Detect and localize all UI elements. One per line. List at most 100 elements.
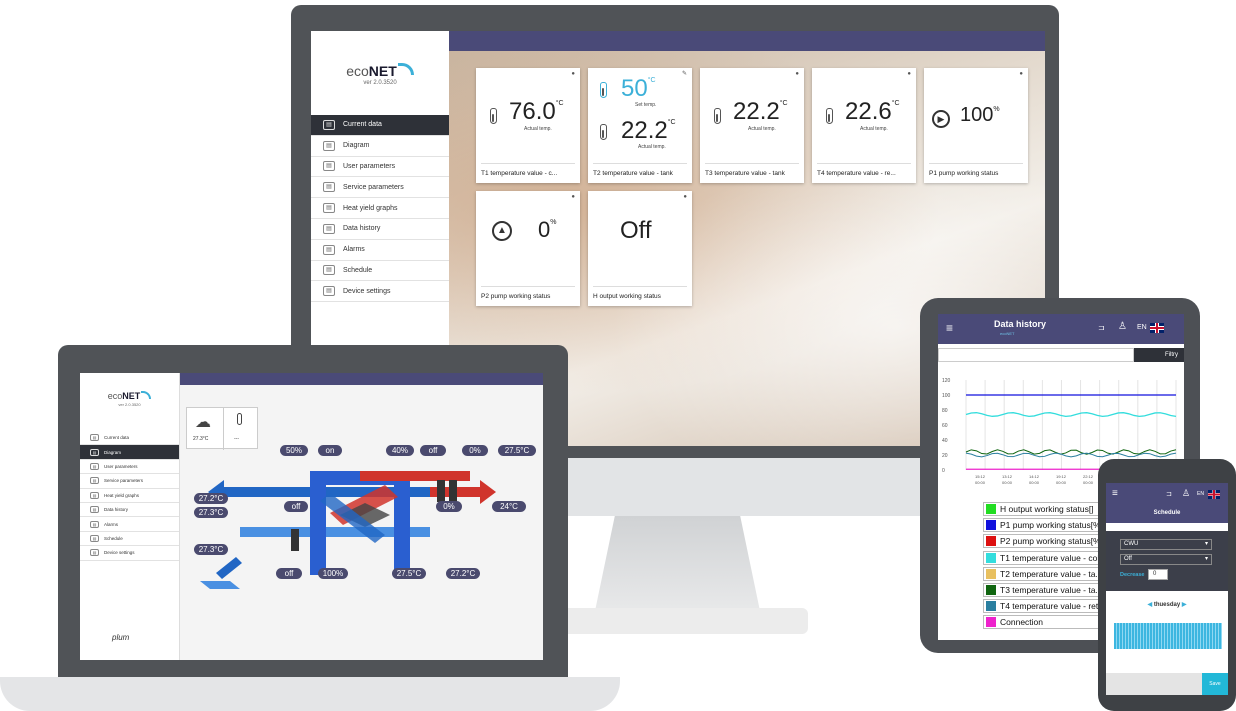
pump-icon: ▲: [492, 221, 512, 241]
sidebar-item-service-parameters[interactable]: ▤ Service parameters: [311, 177, 449, 199]
sidebar-item-data-history[interactable]: ▤ Data history: [80, 503, 179, 518]
sidebar-item-label: Diagram: [343, 142, 370, 150]
legend-swatch: [986, 568, 996, 579]
sidebar-item-label: Schedule: [104, 535, 123, 541]
sidebar-item-device-settings[interactable]: ▤ Device settings: [311, 281, 449, 303]
tile-p1[interactable]: ● ▶ 100% P1 pump working status: [924, 68, 1028, 183]
series-line: [965, 452, 1177, 458]
menu-icon: ▤: [90, 434, 99, 442]
sidebar-item-device-settings[interactable]: ▤ Device settings: [80, 546, 179, 561]
y-tick-label: 80: [942, 408, 948, 414]
menu-icon: ▤: [90, 520, 99, 528]
sidebar-item-label: Data history: [343, 225, 381, 233]
pump-icon: ▶: [932, 110, 950, 128]
filter-input[interactable]: [938, 348, 1134, 362]
y-tick-label: 120: [942, 378, 951, 384]
eye-icon[interactable]: ●: [907, 71, 911, 77]
alarm-icon: ▤: [323, 244, 335, 255]
mode-select[interactable]: CWU ▾: [1120, 539, 1212, 550]
menu-icon: ▤: [90, 448, 99, 456]
menu-icon: ▤: [90, 549, 99, 557]
phone-screen: ≡ ⊐ ♙ EN Schedule CWU ▾ Off ▾ Decrease 0 ◀…: [1106, 483, 1228, 695]
sidebar-item-diagram[interactable]: ▤ Diagram: [311, 136, 449, 157]
chevron-down-icon: ▾: [1204, 541, 1208, 547]
settings-icon: ▤: [323, 286, 335, 297]
language-label[interactable]: EN: [1137, 324, 1147, 331]
sidebar-item-label: Service parameters: [104, 478, 144, 484]
save-button[interactable]: Save: [1202, 673, 1228, 695]
language-label[interactable]: EN: [1197, 491, 1204, 497]
sidebar-item-label: Heat yield graphs: [343, 204, 398, 212]
filter-button[interactable]: Filtry: [1134, 348, 1184, 362]
sidebar-item-label: Service parameters: [343, 183, 404, 191]
eye-icon[interactable]: ●: [795, 71, 799, 77]
laptop-base: [0, 677, 620, 711]
sidebar-item-user-parameters[interactable]: ▤ User parameters: [311, 157, 449, 178]
sidebar-item-alarms[interactable]: ▤ Alarms: [311, 240, 449, 261]
user-icon[interactable]: ♙: [1182, 488, 1190, 499]
eye-icon[interactable]: ●: [1019, 71, 1023, 77]
tile-t2[interactable]: ✎ 50°C Set temp. 22.2°C Actual temp. T2 …: [588, 68, 692, 183]
sidebar-item-label: Diagram: [104, 449, 122, 455]
menu-icon: ▤: [90, 491, 99, 499]
econet-logo: ecoNET ver 2.0.3520: [311, 63, 449, 86]
schedule-timeline[interactable]: [1114, 623, 1222, 649]
x-tick-label: 00:00: [1029, 480, 1040, 485]
ventilation-diagram: [200, 471, 496, 589]
sidebar-item-label: Data history: [104, 507, 129, 513]
wifi-icon: [141, 391, 152, 399]
logout-icon[interactable]: ⊐: [1098, 323, 1105, 332]
user-parameters-icon: ▤: [323, 161, 335, 172]
x-tick-label: 00:00: [1002, 480, 1013, 485]
tile-t1[interactable]: ● 76.0°C Actual temp. T1 temperature val…: [476, 68, 580, 183]
state-select[interactable]: Off ▾: [1120, 554, 1212, 565]
sidebar-item-heat-yield-graphs[interactable]: ▤ Heat yield graphs: [311, 198, 449, 219]
sidebar-item-current-data[interactable]: ▤ Current data: [80, 431, 179, 446]
sidebar-item-label: Device settings: [343, 287, 391, 295]
desktop-menu: ▤ Current data ▤ Diagram ▤ User parameters ▤ Se…: [311, 115, 449, 303]
eye-icon[interactable]: ●: [571, 71, 575, 77]
next-day-icon[interactable]: ▶: [1182, 602, 1187, 608]
tile-t3[interactable]: ● 22.2°C Actual temp. T3 temperature val…: [700, 68, 804, 183]
sidebar-item-schedule[interactable]: ▤ Schedule: [80, 532, 179, 547]
sidebar-item-diagram[interactable]: ▤ Diagram: [80, 445, 179, 460]
y-tick-label: 60: [942, 423, 948, 429]
edit-icon[interactable]: ✎: [682, 70, 687, 77]
x-tick-label: 13:12: [1002, 474, 1013, 479]
x-tick-label: 15:12: [975, 474, 986, 479]
legend-swatch: [986, 520, 996, 531]
day-selector: ◀ thuesday ▶: [1147, 602, 1187, 608]
menu-icon: ▤: [90, 534, 99, 542]
x-tick-label: 00:00: [1083, 480, 1094, 485]
sidebar-item-label: Current data: [104, 435, 130, 441]
sidebar-item-heat-yield-graphs[interactable]: ▤ Heat yield graphs: [80, 489, 179, 503]
decrease-input[interactable]: 0: [1148, 569, 1168, 580]
eye-icon[interactable]: ●: [571, 194, 575, 200]
thermometer-icon: [490, 108, 497, 124]
tile-h-output[interactable]: ● Off H output working status: [588, 191, 692, 306]
logout-icon[interactable]: ⊐: [1166, 490, 1172, 498]
sidebar-item-label: User parameters: [104, 463, 138, 469]
sidebar-item-alarms[interactable]: ▤ Alarms: [80, 517, 179, 532]
uk-flag-icon[interactable]: [1208, 490, 1220, 499]
legend-swatch: [986, 585, 996, 595]
user-icon[interactable]: ♙: [1118, 321, 1127, 332]
sidebar-item-label: Current data: [343, 121, 382, 129]
schedule-icon: ▤: [323, 265, 335, 276]
sidebar-item-schedule[interactable]: ▤ Schedule: [311, 261, 449, 282]
eye-icon[interactable]: ●: [683, 194, 687, 200]
sidebar-item-service-parameters[interactable]: ▤ Service parameters: [80, 474, 179, 489]
sidebar-item-current-data[interactable]: ▤ Current data: [311, 115, 449, 136]
sidebar-item-data-history[interactable]: ▤ Data history: [311, 219, 449, 240]
sidebar-item-label: Alarms: [104, 521, 119, 527]
tile-p2[interactable]: ● ▲ 0% P2 pump working status: [476, 191, 580, 306]
hamburger-icon[interactable]: ≡: [946, 321, 953, 335]
uk-flag-icon[interactable]: [1150, 323, 1164, 333]
hamburger-icon[interactable]: ≡: [1112, 488, 1118, 499]
tile-t4[interactable]: ● 22.6°C Actual temp. T4 temperature val…: [812, 68, 916, 183]
prev-day-icon[interactable]: ◀: [1148, 602, 1153, 608]
thermometer-icon: [600, 82, 607, 98]
sidebar-item-user-parameters[interactable]: ▤ User parameters: [80, 460, 179, 475]
thermometer-icon: [714, 108, 721, 124]
chevron-down-icon: ▾: [1204, 556, 1208, 562]
